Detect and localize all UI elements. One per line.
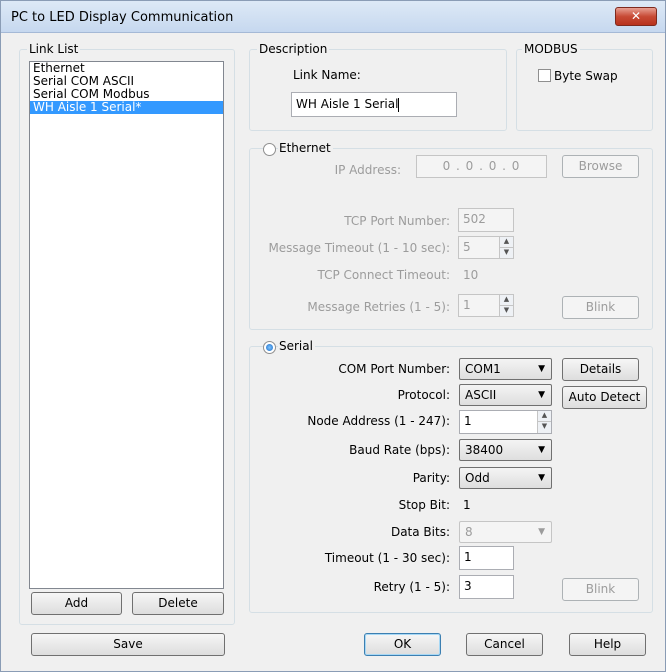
data-bits-select[interactable]: 8 ▼ [459, 521, 552, 543]
tcp-port-input[interactable]: 502 [458, 208, 514, 232]
node-address-value: 1 [464, 414, 472, 428]
details-button[interactable]: Details [562, 358, 639, 381]
ethernet-radio[interactable] [263, 143, 276, 156]
cancel-button[interactable]: Cancel [466, 633, 543, 656]
message-retries-value: 1 [463, 298, 471, 312]
message-timeout-value: 5 [463, 240, 471, 254]
protocol-value: ASCII [465, 388, 497, 402]
link-name-input[interactable]: WH Aisle 1 Serial [291, 92, 457, 117]
spin-up-icon[interactable]: ▲ [500, 295, 513, 306]
tcp-connect-timeout-value: 10 [463, 268, 479, 282]
link-name-label: Link Name: [293, 68, 361, 82]
retry-value: 3 [464, 579, 472, 593]
window-title: PC to LED Display Communication [11, 10, 234, 25]
spin-down-icon[interactable]: ▼ [538, 422, 551, 433]
link-name-value: WH Aisle 1 Serial [296, 97, 399, 111]
com-port-label: COM Port Number: [338, 362, 450, 376]
byte-swap-label[interactable]: Byte Swap [554, 68, 618, 84]
ip-address-label: IP Address: [334, 163, 401, 177]
tcp-port-label: TCP Port Number: [344, 214, 450, 228]
parity-select[interactable]: Odd ▼ [459, 467, 552, 489]
auto-detect-button[interactable]: Auto Detect [562, 386, 647, 409]
tcp-port-value: 502 [463, 212, 486, 226]
timeout-label: Timeout (1 - 30 sec): [324, 551, 450, 565]
baud-rate-select[interactable]: 38400 ▼ [459, 439, 552, 461]
link-listbox[interactable]: Ethernet Serial COM ASCII Serial COM Modbu… [29, 61, 224, 589]
link-list-title: Link List [27, 42, 81, 56]
byte-swap-checkbox[interactable] [538, 69, 551, 82]
baud-rate-label: Baud Rate (bps): [349, 443, 450, 457]
spin-down-icon[interactable]: ▼ [500, 247, 513, 258]
protocol-label: Protocol: [397, 388, 450, 402]
serial-blink-button[interactable]: Blink [562, 578, 639, 601]
data-bits-value: 8 [465, 525, 473, 539]
data-bits-label: Data Bits: [390, 525, 450, 539]
delete-button[interactable]: Delete [132, 592, 224, 615]
dialog-window: PC to LED Display Communication ✕ Link L… [0, 0, 666, 672]
modbus-group [516, 49, 653, 131]
ip-address-value: 0 . 0 . 0 . 0 [442, 159, 521, 173]
timeout-value: 1 [464, 550, 472, 564]
help-button[interactable]: Help [569, 633, 646, 656]
modbus-title: MODBUS [522, 42, 580, 56]
description-title: Description [257, 42, 330, 56]
title-bar[interactable]: PC to LED Display Communication ✕ [1, 1, 665, 33]
chevron-down-icon: ▼ [538, 390, 545, 400]
ok-button[interactable]: OK [364, 633, 441, 656]
protocol-select[interactable]: ASCII ▼ [459, 384, 552, 406]
chevron-down-icon: ▼ [538, 364, 545, 374]
tcp-connect-timeout-label: TCP Connect Timeout: [317, 268, 450, 282]
message-retries-spinner[interactable]: ▲ ▼ [499, 295, 513, 316]
stop-bit-value: 1 [463, 498, 471, 512]
save-button[interactable]: Save [31, 633, 225, 656]
chevron-down-icon: ▼ [538, 445, 545, 455]
message-timeout-input[interactable]: 5 ▲ ▼ [458, 236, 514, 259]
node-address-spinner[interactable]: ▲ ▼ [537, 411, 551, 433]
serial-title[interactable]: Serial [278, 339, 315, 353]
node-address-input[interactable]: 1 ▲ ▼ [459, 410, 552, 434]
ethernet-title[interactable]: Ethernet [278, 141, 333, 155]
close-icon: ✕ [630, 9, 642, 23]
retry-label: Retry (1 - 5): [373, 580, 450, 594]
list-item[interactable]: WH Aisle 1 Serial* [30, 101, 223, 114]
close-button[interactable]: ✕ [615, 7, 657, 26]
retry-input[interactable]: 3 [459, 575, 514, 599]
browse-button[interactable]: Browse [562, 155, 639, 178]
text-caret [398, 97, 400, 112]
ethernet-blink-button[interactable]: Blink [562, 296, 639, 319]
message-retries-input[interactable]: 1 ▲ ▼ [458, 294, 514, 317]
parity-label: Parity: [412, 471, 450, 485]
add-button[interactable]: Add [31, 592, 122, 615]
com-port-select[interactable]: COM1 ▼ [459, 358, 552, 380]
spin-down-icon[interactable]: ▼ [500, 305, 513, 316]
timeout-input[interactable]: 1 [459, 546, 514, 570]
message-timeout-label: Message Timeout (1 - 10 sec): [268, 241, 450, 255]
spin-up-icon[interactable]: ▲ [500, 237, 513, 248]
message-timeout-spinner[interactable]: ▲ ▼ [499, 237, 513, 258]
node-address-label: Node Address (1 - 247): [307, 414, 450, 428]
chevron-down-icon: ▼ [538, 473, 545, 483]
stop-bit-label: Stop Bit: [398, 498, 450, 512]
chevron-down-icon: ▼ [538, 527, 545, 537]
message-retries-label: Message Retries (1 - 5): [307, 300, 450, 314]
description-group [249, 49, 507, 131]
serial-radio[interactable] [263, 341, 276, 354]
parity-value: Odd [465, 471, 490, 485]
baud-rate-value: 38400 [465, 443, 504, 457]
ip-address-input[interactable]: 0 . 0 . 0 . 0 [416, 155, 547, 178]
spin-up-icon[interactable]: ▲ [538, 411, 551, 422]
com-port-value: COM1 [465, 362, 501, 376]
